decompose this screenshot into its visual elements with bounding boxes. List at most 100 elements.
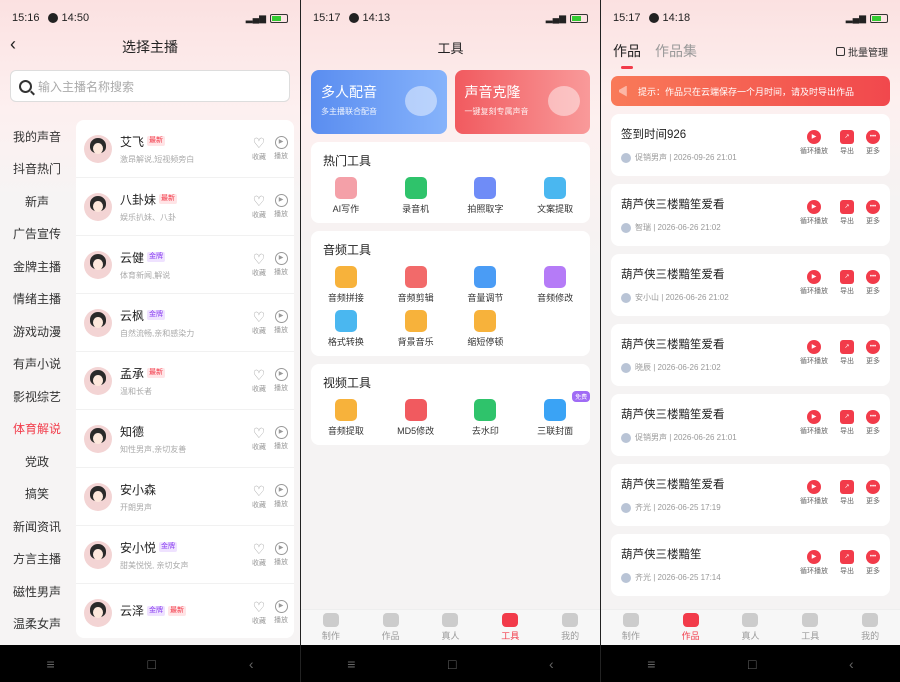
tool-item[interactable]: 录音机	[381, 177, 451, 215]
tool-item[interactable]: 音频拼接	[311, 266, 381, 304]
category-item[interactable]: 温柔女声	[0, 608, 74, 641]
play-button[interactable]: ▶ 播放	[274, 309, 288, 336]
tool-item[interactable]: 免费 三联封面	[520, 391, 591, 437]
category-item[interactable]: 磁性男声	[0, 575, 74, 608]
menu-icon[interactable]: ≡	[46, 656, 54, 672]
work-card[interactable]: 签到时间926 促销男声 | 2026-09-26 21:01 ▶ 循环播放 ↗ 导出 ••…	[611, 114, 890, 176]
menu-icon[interactable]: ≡	[647, 656, 655, 672]
tab-item[interactable]: 真人	[425, 613, 475, 642]
category-item[interactable]: 情绪主播	[0, 283, 74, 316]
export-button[interactable]: ↗ 导出	[840, 550, 854, 576]
tool-item[interactable]: 文案提取	[520, 177, 590, 215]
more-button[interactable]: ••• 更多	[866, 340, 880, 366]
tab-item[interactable]: 作品	[366, 613, 416, 642]
tab-item[interactable]: 工具	[485, 613, 535, 642]
export-button[interactable]: ↗ 导出	[840, 340, 854, 366]
home-icon[interactable]: □	[448, 656, 456, 672]
tab-item[interactable]: 我的	[845, 613, 895, 642]
category-item[interactable]: 游戏动漫	[0, 315, 74, 348]
play-button[interactable]: ▶ 播放	[274, 135, 288, 162]
favorite-button[interactable]: ♡ 收藏	[252, 136, 266, 162]
category-item[interactable]: 有声小说	[0, 348, 74, 381]
more-button[interactable]: ••• 更多	[866, 130, 880, 156]
tool-item[interactable]: 拍照取字	[451, 177, 521, 215]
tool-item[interactable]: AI写作	[311, 177, 381, 215]
tab-item[interactable]: 制作	[306, 613, 356, 642]
favorite-button[interactable]: ♡ 收藏	[252, 194, 266, 220]
more-button[interactable]: ••• 更多	[866, 270, 880, 296]
category-item[interactable]: 体育解说	[0, 413, 74, 446]
tab-works[interactable]: 作品	[613, 41, 641, 69]
back-nav-icon[interactable]: ‹	[849, 656, 854, 672]
anchor-row[interactable]: 云泽 金牌 最新 ♡ 收藏 ▶ 播放	[76, 584, 294, 638]
favorite-button[interactable]: ♡ 收藏	[252, 368, 266, 394]
play-button[interactable]: ▶ 播放	[274, 193, 288, 220]
tool-item[interactable]: 缩短停顿	[451, 310, 521, 348]
work-card[interactable]: 葫芦侠三楼黯笙爱看 齐光 | 2026-06-25 17:19 ▶ 循环播放 ↗ 导出 ••…	[611, 464, 890, 526]
tool-item[interactable]: 音频修改	[520, 266, 590, 304]
work-card[interactable]: 葫芦侠三楼黯笙爱看 晓辰 | 2026-06-26 21:02 ▶ 循环播放 ↗ 导出 ••…	[611, 324, 890, 386]
anchor-row[interactable]: 安小悦 金牌 甜美悦悦, 亲切女声 ♡ 收藏 ▶ 播放	[76, 526, 294, 584]
tab-collections[interactable]: 作品集	[655, 41, 697, 61]
play-button[interactable]: ▶ 播放	[274, 599, 288, 626]
anchor-row[interactable]: 云枫 金牌 自然流畅,亲和感染力 ♡ 收藏 ▶ 播放	[76, 294, 294, 352]
more-button[interactable]: ••• 更多	[866, 550, 880, 576]
category-item[interactable]: 金牌主播	[0, 250, 74, 283]
loop-play-button[interactable]: ▶ 循环播放	[800, 410, 828, 436]
work-card[interactable]: 葫芦侠三楼黯笙爱看 安小山 | 2026-06-26 21:02 ▶ 循环播放 ↗ 导出 •…	[611, 254, 890, 316]
tab-item[interactable]: 我的	[545, 613, 595, 642]
favorite-button[interactable]: ♡ 收藏	[252, 484, 266, 510]
back-nav-icon[interactable]: ‹	[249, 656, 254, 672]
work-card[interactable]: 葫芦侠三楼黯笙爱看 智瑞 | 2026-06-26 21:02 ▶ 循环播放 ↗ 导出 ••…	[611, 184, 890, 246]
favorite-button[interactable]: ♡ 收藏	[252, 426, 266, 452]
favorite-button[interactable]: ♡ 收藏	[252, 542, 266, 568]
tool-item[interactable]: 背景音乐	[381, 310, 451, 348]
favorite-button[interactable]: ♡ 收藏	[252, 310, 266, 336]
favorite-button[interactable]: ♡ 收藏	[252, 600, 266, 626]
tab-item[interactable]: 制作	[606, 613, 656, 642]
loop-play-button[interactable]: ▶ 循环播放	[800, 480, 828, 506]
tool-item[interactable]: MD5修改	[381, 399, 451, 437]
export-button[interactable]: ↗ 导出	[840, 480, 854, 506]
anchor-row[interactable]: 八卦妹 最新 娱乐扒妹、八卦 ♡ 收藏 ▶ 播放	[76, 178, 294, 236]
export-button[interactable]: ↗ 导出	[840, 200, 854, 226]
anchor-row[interactable]: 孟承 最新 温和长者 ♡ 收藏 ▶ 播放	[76, 352, 294, 410]
home-icon[interactable]: □	[748, 656, 756, 672]
search-input[interactable]: 输入主播名称搜索	[10, 70, 290, 102]
menu-icon[interactable]: ≡	[347, 656, 355, 672]
voice-clone-card[interactable]: 声音克隆 一键复刻专属声音	[454, 70, 590, 134]
category-item[interactable]: 广告宣传	[0, 218, 74, 251]
tool-item[interactable]: 去水印	[451, 399, 521, 437]
work-card[interactable]: 葫芦侠三楼黯笙爱看 促销男声 | 2026-06-26 21:01 ▶ 循环播放 ↗ 导出…	[611, 394, 890, 456]
category-item[interactable]: 我的声音	[0, 120, 74, 153]
category-item[interactable]: 搞笑	[0, 478, 74, 511]
loop-play-button[interactable]: ▶ 循环播放	[800, 200, 828, 226]
multi-dubbing-card[interactable]: 多人配音 多主播联合配音	[311, 70, 447, 134]
more-button[interactable]: ••• 更多	[866, 410, 880, 436]
tool-item[interactable]: 音频提取	[311, 399, 381, 437]
play-button[interactable]: ▶ 播放	[274, 541, 288, 568]
category-item[interactable]: 新闻资讯	[0, 510, 74, 543]
play-button[interactable]: ▶ 播放	[274, 483, 288, 510]
anchor-row[interactable]: 云健 金牌 体育新闻,解说 ♡ 收藏 ▶ 播放	[76, 236, 294, 294]
category-item[interactable]: 抖音热门	[0, 153, 74, 186]
tool-item[interactable]: 音量调节	[451, 266, 521, 304]
tool-item[interactable]: 格式转换	[311, 310, 381, 348]
export-button[interactable]: ↗ 导出	[840, 410, 854, 436]
category-item[interactable]: 影视综艺	[0, 380, 74, 413]
home-icon[interactable]: □	[148, 656, 156, 672]
export-button[interactable]: ↗ 导出	[840, 130, 854, 156]
more-button[interactable]: ••• 更多	[866, 480, 880, 506]
tab-item[interactable]: 工具	[785, 613, 835, 642]
tool-item[interactable]: 音频剪辑	[381, 266, 451, 304]
category-item[interactable]: 新声	[0, 185, 74, 218]
anchor-row[interactable]: 艾飞 最新 激昂解说,短视频旁白 ♡ 收藏 ▶ 播放	[76, 120, 294, 178]
play-button[interactable]: ▶ 播放	[274, 425, 288, 452]
more-button[interactable]: ••• 更多	[866, 200, 880, 226]
loop-play-button[interactable]: ▶ 循环播放	[800, 270, 828, 296]
work-card[interactable]: 葫芦侠三楼黯笙 齐光 | 2026-06-25 17:14 ▶ 循环播放 ↗ 导出 ••• 更…	[611, 534, 890, 596]
loop-play-button[interactable]: ▶ 循环播放	[800, 550, 828, 576]
tab-item[interactable]: 作品	[666, 613, 716, 642]
anchor-row[interactable]: 知德 知性男声,亲切友善 ♡ 收藏 ▶ 播放	[76, 410, 294, 468]
anchor-row[interactable]: 安小森 开朗男声 ♡ 收藏 ▶ 播放	[76, 468, 294, 526]
